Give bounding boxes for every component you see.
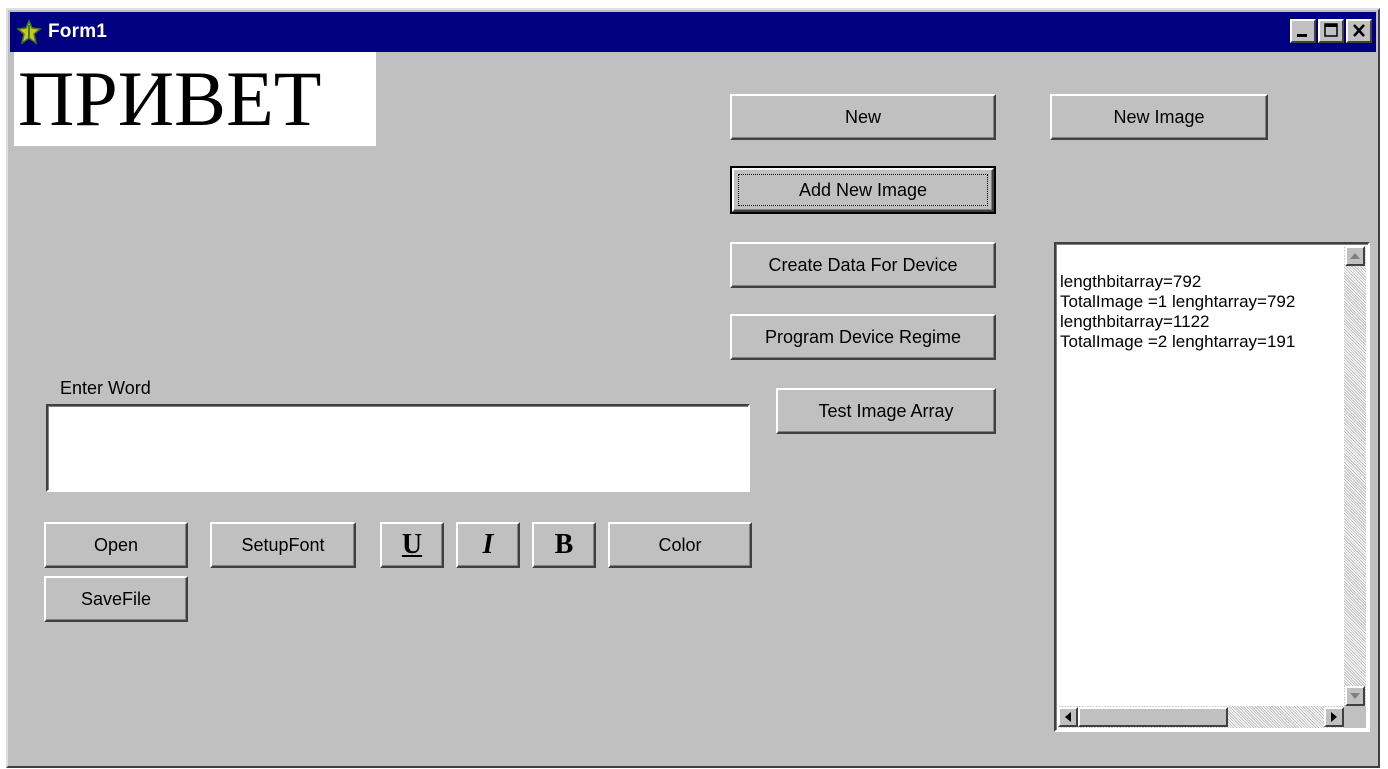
minimize-icon [1297,34,1307,37]
close-button[interactable] [1346,19,1372,43]
bold-button[interactable]: B [532,522,596,568]
maximize-button[interactable] [1318,19,1344,43]
caption-buttons [1288,19,1372,43]
greeting-preview: ПРИВЕТ [14,52,376,146]
color-button[interactable]: Color [608,522,752,568]
arrow-up-icon [1350,253,1360,259]
save-file-button[interactable]: SaveFile [44,576,188,622]
scroll-up-button[interactable] [1345,246,1365,266]
scroll-left-button[interactable] [1058,707,1078,727]
add-new-image-button[interactable]: Add New Image [730,166,996,214]
bold-icon: B [554,529,574,560]
window-title: Form1 [48,21,108,42]
underline-icon: U [401,529,423,560]
test-image-array-button[interactable]: Test Image Array [776,388,996,434]
horizontal-scrollbar[interactable] [1058,706,1344,728]
italic-icon: I [482,529,494,560]
maximize-icon [1324,23,1338,37]
new-button[interactable]: New [730,94,996,140]
word-input[interactable] [46,404,750,492]
program-device-button[interactable]: Program Device Regime [730,314,996,360]
italic-button[interactable]: I [456,522,520,568]
vertical-scrollbar[interactable] [1344,246,1366,706]
focus-ring [738,174,988,206]
underline-button[interactable]: U [380,522,444,568]
scrollbar-corner [1344,706,1366,728]
scroll-down-button[interactable] [1345,686,1365,706]
main-window: Form1 ПРИВЕТ New New Image Add New Image… [6,8,1380,768]
minimize-button[interactable] [1290,19,1316,43]
close-icon [1353,24,1365,37]
horizontal-scroll-thumb[interactable] [1078,707,1228,727]
log-memo[interactable]: lengthbitarray=792 TotalImage =1 lenghta… [1054,242,1370,732]
memo-text: lengthbitarray=792 TotalImage =1 lenghta… [1060,272,1296,351]
setup-font-button[interactable]: SetupFont [210,522,356,568]
arrow-right-icon [1331,712,1337,722]
open-button[interactable]: Open [44,522,188,568]
enter-word-label: Enter Word [60,378,151,398]
arrow-down-icon [1350,693,1360,699]
new-image-button[interactable]: New Image [1050,94,1268,140]
create-data-button[interactable]: Create Data For Device [730,242,996,288]
title-bar[interactable]: Form1 [10,12,1376,52]
scroll-right-button[interactable] [1324,707,1344,727]
app-icon [16,19,42,45]
arrow-left-icon [1065,712,1071,722]
